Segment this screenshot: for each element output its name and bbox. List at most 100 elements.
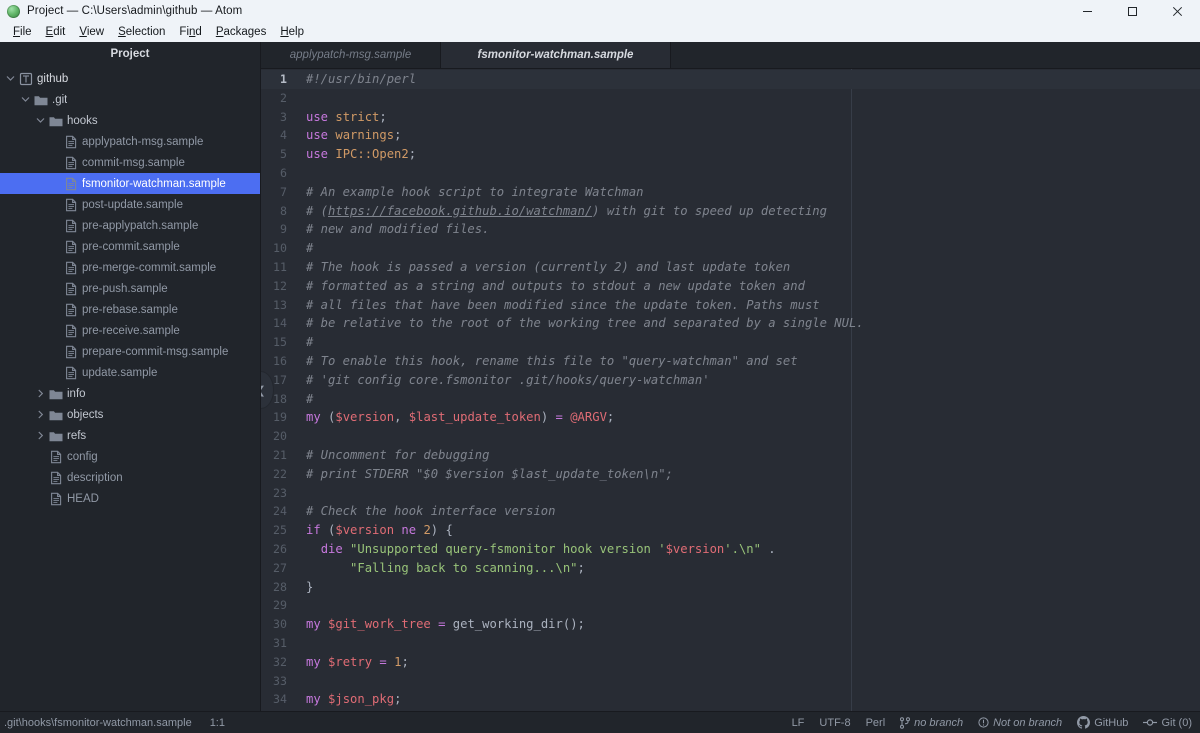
tree-file-config[interactable]: config	[0, 446, 260, 467]
code-line[interactable]: 25if ($version ne 2) {	[261, 521, 1200, 540]
status-grammar[interactable]: Perl	[866, 717, 886, 729]
tree-file-fsmonitor-watchman-sample[interactable]: fsmonitor-watchman.sample	[0, 173, 260, 194]
line-number: 32	[261, 653, 297, 672]
code-line[interactable]: 22# print STDERR "$0 $version $last_upda…	[261, 465, 1200, 484]
line-source: use IPC::Open2;	[297, 145, 416, 164]
code-line[interactable]: 15#	[261, 333, 1200, 352]
status-github[interactable]: GitHub	[1077, 716, 1128, 729]
code-line[interactable]: 29	[261, 596, 1200, 615]
status-file-path[interactable]: .git\hooks\fsmonitor-watchman.sample	[4, 717, 192, 729]
code-line[interactable]: 21# Uncomment for debugging	[261, 446, 1200, 465]
chevron-right-icon[interactable]	[34, 430, 47, 441]
tree-file-post-update-sample[interactable]: post-update.sample	[0, 194, 260, 215]
token: my	[306, 617, 321, 631]
code-line[interactable]: 16# To enable this hook, rename this fil…	[261, 352, 1200, 371]
code-line[interactable]: 14# be relative to the root of the worki…	[261, 314, 1200, 333]
minimize-button[interactable]	[1065, 0, 1110, 22]
tree-file-head[interactable]: HEAD	[0, 488, 260, 509]
menu-item-help[interactable]: Help	[273, 22, 311, 42]
code-line[interactable]: 9# new and modified files.	[261, 220, 1200, 239]
code-line[interactable]: 1#!/usr/bin/perl	[261, 70, 1200, 89]
status-git-state[interactable]: Not on branch	[978, 717, 1062, 729]
menu-item-file[interactable]: File	[6, 22, 39, 42]
tree-dir-info[interactable]: info	[0, 383, 260, 404]
status-branch[interactable]: no branch	[900, 717, 963, 729]
tree-file-pre-applypatch-sample[interactable]: pre-applypatch.sample	[0, 215, 260, 236]
code-line[interactable]: 8# (https://facebook.github.io/watchman/…	[261, 202, 1200, 221]
status-line-ending[interactable]: LF	[792, 717, 805, 729]
tree-dir-refs[interactable]: refs	[0, 425, 260, 446]
code-line[interactable]: 7# An example hook script to integrate W…	[261, 183, 1200, 202]
tree-file-update-sample[interactable]: update.sample	[0, 362, 260, 383]
tree-file-pre-receive-sample[interactable]: pre-receive.sample	[0, 320, 260, 341]
code-line[interactable]: 30my $git_work_tree = get_working_dir();	[261, 615, 1200, 634]
tree-dir-hooks[interactable]: hooks	[0, 110, 260, 131]
close-button[interactable]	[1155, 0, 1200, 22]
code-line[interactable]: 20	[261, 427, 1200, 446]
code-line[interactable]: 3use strict;	[261, 108, 1200, 127]
code-line[interactable]: 19my ($version, $last_update_token) = @A…	[261, 408, 1200, 427]
project-tree[interactable]: github.githooksapplypatch-msg.samplecomm…	[0, 66, 260, 711]
menu-item-edit[interactable]: Edit	[39, 22, 73, 42]
line-number: 29	[261, 596, 297, 615]
menu-item-selection[interactable]: Selection	[111, 22, 172, 42]
tree-file-pre-push-sample[interactable]: pre-push.sample	[0, 278, 260, 299]
code-line[interactable]: 12# formatted as a string and outputs to…	[261, 277, 1200, 296]
code-line[interactable]: 17# 'git config core.fsmonitor .git/hook…	[261, 371, 1200, 390]
tree-dir-github[interactable]: github	[0, 68, 260, 89]
line-source: # The hook is passed a version (currentl…	[297, 258, 790, 277]
tree-dir-objects[interactable]: objects	[0, 404, 260, 425]
line-source: # new and modified files.	[297, 220, 489, 239]
status-encoding[interactable]: UTF-8	[819, 717, 850, 729]
chevron-down-icon[interactable]	[4, 73, 17, 84]
chevron-down-icon[interactable]	[19, 94, 32, 105]
code-line[interactable]: 11# The hook is passed a version (curren…	[261, 258, 1200, 277]
code-line[interactable]: 5use IPC::Open2;	[261, 145, 1200, 164]
token	[321, 655, 328, 669]
tree-file-pre-commit-sample[interactable]: pre-commit.sample	[0, 236, 260, 257]
code-line[interactable]: 13# all files that have been modified si…	[261, 296, 1200, 315]
code-line[interactable]: 10#	[261, 239, 1200, 258]
code-line[interactable]: 23	[261, 484, 1200, 503]
code-line[interactable]: 32my $retry = 1;	[261, 653, 1200, 672]
menu-item-packages[interactable]: Packages	[209, 22, 274, 42]
chevron-right-icon[interactable]	[34, 388, 47, 399]
menu-bar: FileEditViewSelectionFindPackagesHelp	[0, 22, 1200, 42]
tab-fsmonitor-watchman-sample[interactable]: fsmonitor-watchman.sample	[441, 42, 671, 68]
chevron-down-icon[interactable]	[34, 115, 47, 126]
code-line[interactable]: 4use warnings;	[261, 126, 1200, 145]
code-line[interactable]: 34my $json_pkg;	[261, 690, 1200, 709]
status-git[interactable]: Git (0)	[1143, 717, 1192, 729]
tree-file-pre-rebase-sample[interactable]: pre-rebase.sample	[0, 299, 260, 320]
tree-file-commit-msg-sample[interactable]: commit-msg.sample	[0, 152, 260, 173]
token: use	[306, 147, 328, 161]
line-number: 20	[261, 427, 297, 446]
text-editor[interactable]: ❮ 1#!/usr/bin/perl23use strict;4use warn…	[261, 69, 1200, 711]
code-content[interactable]: 1#!/usr/bin/perl23use strict;4use warnin…	[261, 69, 1200, 711]
code-line[interactable]: 24# Check the hook interface version	[261, 502, 1200, 521]
menu-item-view[interactable]: View	[72, 22, 111, 42]
status-bar-right: LF UTF-8 Perl no branch Not on branch Gi…	[792, 716, 1200, 729]
code-line[interactable]: 6	[261, 164, 1200, 183]
tree-file-pre-merge-commit-sample[interactable]: pre-merge-commit.sample	[0, 257, 260, 278]
code-line[interactable]: 35eval {	[261, 709, 1200, 711]
file-icon	[62, 282, 79, 296]
menu-item-find[interactable]: Find	[172, 22, 208, 42]
code-line[interactable]: 2	[261, 89, 1200, 108]
code-line[interactable]: 31	[261, 634, 1200, 653]
tab-applypatch-msg-sample[interactable]: applypatch-msg.sample	[261, 42, 441, 68]
code-line[interactable]: 18#	[261, 390, 1200, 409]
code-line[interactable]: 33	[261, 672, 1200, 691]
tree-file-applypatch-msg-sample[interactable]: applypatch-msg.sample	[0, 131, 260, 152]
status-cursor-position[interactable]: 1:1	[210, 717, 225, 729]
maximize-button[interactable]	[1110, 0, 1155, 22]
tree-dir--git[interactable]: .git	[0, 89, 260, 110]
tree-file-description[interactable]: description	[0, 467, 260, 488]
code-line[interactable]: 26 die "Unsupported query-fsmonitor hook…	[261, 540, 1200, 559]
folder-open-icon	[32, 93, 49, 107]
tree-file-prepare-commit-msg-sample[interactable]: prepare-commit-msg.sample	[0, 341, 260, 362]
code-line[interactable]: 28}	[261, 578, 1200, 597]
chevron-right-icon[interactable]	[34, 409, 47, 420]
tree-item-label: fsmonitor-watchman.sample	[82, 178, 226, 190]
code-line[interactable]: 27 "Falling back to scanning...\n";	[261, 559, 1200, 578]
